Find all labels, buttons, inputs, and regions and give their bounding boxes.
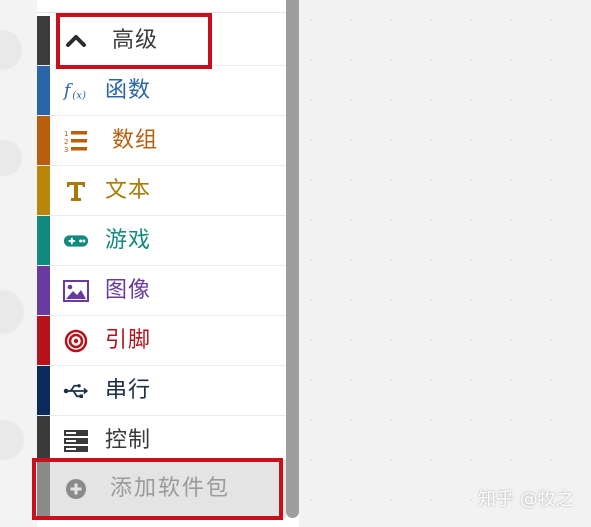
gamepad-icon (63, 228, 89, 254)
usb-icon (63, 378, 89, 404)
category-label: 数组 (112, 128, 159, 153)
svg-text:1: 1 (64, 130, 68, 138)
category-label: 游戏 (105, 228, 152, 253)
svg-text:2: 2 (64, 138, 68, 146)
numbered-list-icon: 1 2 3 (63, 128, 89, 154)
category-label: 引脚 (105, 328, 152, 353)
category-serial[interactable]: 串行 (37, 366, 286, 416)
category-color-bar (37, 366, 50, 415)
highlight-add-package (32, 458, 283, 520)
category-functions[interactable]: f (x) 函数 (37, 66, 286, 116)
category-label: 串行 (105, 378, 152, 403)
toolbox: 高级 f (x) 函数 1 2 3 数组 文本 游戏 图像 引脚 串行 控制 添… (37, 0, 286, 527)
category-images[interactable]: 图像 (37, 266, 286, 316)
highlight-advanced (56, 13, 212, 69)
category-color-bar (37, 316, 50, 365)
category-game[interactable]: 游戏 (37, 216, 286, 266)
server-icon (63, 428, 89, 454)
category-label: 函数 (105, 78, 152, 103)
workspace-canvas[interactable] (299, 0, 591, 527)
category-arrays[interactable]: 1 2 3 数组 (37, 116, 286, 166)
target-icon (63, 328, 89, 354)
category-text[interactable]: 文本 (37, 166, 286, 216)
category-color-bar (37, 166, 50, 215)
image-icon (63, 278, 89, 304)
toolbox-top-edge (37, 0, 286, 13)
category-pins[interactable]: 引脚 (37, 316, 286, 366)
category-color-bar (37, 116, 50, 165)
watermark: 知乎 @牧之 (478, 489, 574, 510)
svg-text:(x): (x) (72, 89, 86, 101)
background-strip (0, 0, 37, 527)
category-color-bar (37, 216, 50, 265)
svg-text:3: 3 (64, 146, 68, 154)
category-color-bar (37, 16, 50, 65)
category-color-bar (37, 66, 50, 115)
category-label: 文本 (105, 178, 152, 203)
category-color-bar (37, 266, 50, 315)
category-label: 图像 (105, 278, 152, 303)
function-icon: f (x) (63, 78, 89, 104)
text-t-icon (63, 178, 89, 204)
toolbox-scrollbar[interactable] (286, 0, 299, 518)
category-label: 控制 (105, 428, 152, 453)
